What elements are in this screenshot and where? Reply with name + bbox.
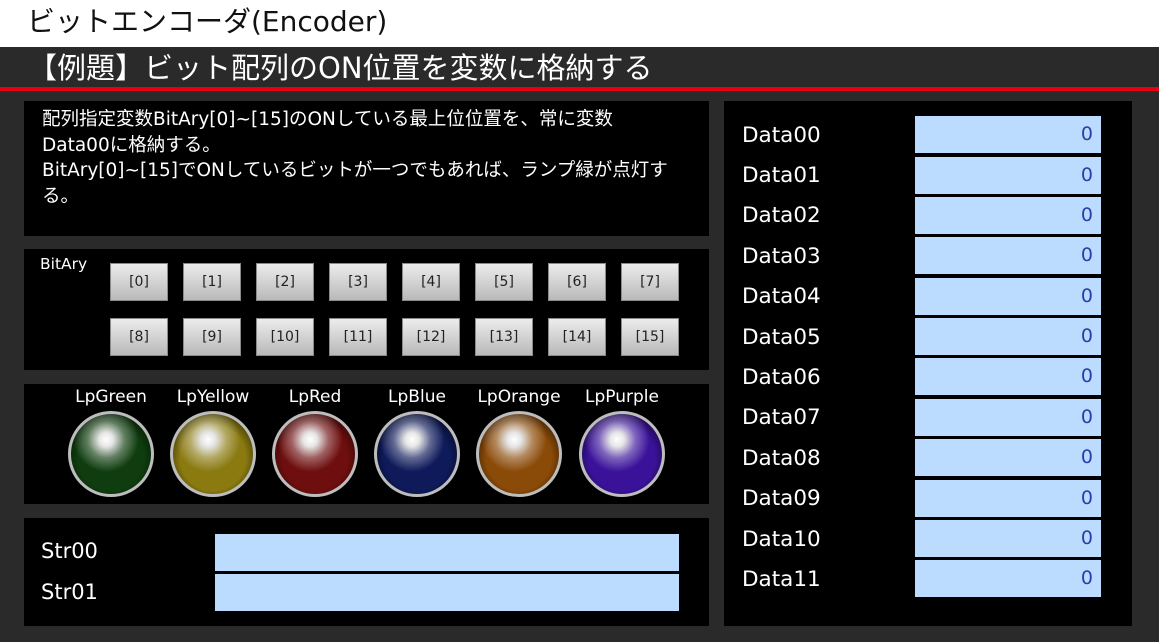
window-title: ビットエンコーダ(Encoder) [27, 5, 388, 38]
lamp-yellow-indicator [170, 411, 256, 497]
bit-button-8[interactable]: [8] [110, 318, 168, 356]
bit-button-13[interactable]: [13] [475, 318, 533, 356]
bit-button-12[interactable]: [12] [402, 318, 460, 356]
string-panel: Str00 Str01 [24, 518, 709, 626]
data08-field[interactable]: 0 [915, 439, 1101, 476]
bit-button-5[interactable]: [5] [475, 263, 533, 301]
bit-array-panel: BitAry [0] [1] [2] [3] [4] [5] [6] [7] [… [24, 249, 709, 370]
data00-field[interactable]: 0 [915, 116, 1101, 153]
lamp-orange-indicator [476, 411, 562, 497]
bit-button-2[interactable]: [2] [256, 263, 314, 301]
data02-label: Data02 [742, 203, 821, 228]
lamp-purple-indicator [579, 411, 665, 497]
page-header: 【例題】ビット配列のON位置を変数に格納する [0, 47, 1159, 89]
lamp-yellow: LpYellow [163, 384, 263, 504]
bit-button-4[interactable]: [4] [402, 263, 460, 301]
lamp-green-label: LpGreen [75, 387, 147, 407]
lamp-purple: LpPurple [572, 384, 672, 504]
data-panel: Data00 0 Data01 0 Data02 0 Data03 0 Data… [724, 101, 1132, 626]
data10-label: Data10 [742, 527, 821, 552]
data08-label: Data08 [742, 446, 821, 471]
data04-field[interactable]: 0 [915, 278, 1101, 315]
lamp-yellow-label: LpYellow [176, 387, 250, 407]
lamp-red-label: LpRed [288, 387, 342, 407]
page-title: 【例題】ビット配列のON位置を変数に格納する [28, 51, 653, 85]
bit-button-15[interactable]: [15] [621, 318, 679, 356]
lamp-orange-label: LpOrange [477, 387, 561, 407]
lamp-green-indicator [68, 411, 154, 497]
data03-label: Data03 [742, 244, 821, 269]
lamp-green: LpGreen [61, 384, 161, 504]
lamp-red-indicator [272, 411, 358, 497]
lamp-orange: LpOrange [469, 384, 569, 504]
description-line-3: BitAry[0]~[15]でONしているビットが一つでもあれば、ランプ緑が点灯… [42, 160, 668, 181]
bit-button-11[interactable]: [11] [329, 318, 387, 356]
str00-label: Str00 [41, 539, 98, 563]
data04-label: Data04 [742, 284, 821, 309]
data05-label: Data05 [742, 325, 821, 350]
data05-field[interactable]: 0 [915, 318, 1101, 355]
data03-field[interactable]: 0 [915, 237, 1101, 274]
data09-label: Data09 [742, 486, 821, 511]
window-titlebar: ビットエンコーダ(Encoder) [0, 0, 1159, 47]
lamp-blue-label: LpBlue [388, 387, 446, 407]
str00-field[interactable] [215, 534, 679, 571]
description-line-2: Data00に格納する。 [42, 134, 221, 156]
bit-button-9[interactable]: [9] [183, 318, 241, 356]
data07-label: Data07 [742, 405, 821, 430]
bit-button-1[interactable]: [1] [183, 263, 241, 301]
data06-field[interactable]: 0 [915, 358, 1101, 395]
description-panel: 配列指定変数BitAry[0]~[15]のONしている最上位位置を、常に変数 Da… [24, 101, 709, 236]
data10-field[interactable]: 0 [915, 520, 1101, 557]
lamp-purple-label: LpPurple [585, 387, 659, 407]
str01-label: Str01 [41, 580, 98, 604]
bit-button-3[interactable]: [3] [329, 263, 387, 301]
lamp-panel: LpGreen LpYellow LpRed LpBlue LpOrange L… [24, 384, 709, 504]
description-line-4: る。 [42, 185, 80, 207]
bit-button-0[interactable]: [0] [110, 263, 168, 301]
lamp-red: LpRed [265, 384, 365, 504]
data02-field[interactable]: 0 [915, 197, 1101, 234]
str01-field[interactable] [215, 574, 679, 611]
data01-label: Data01 [742, 163, 821, 188]
data11-label: Data11 [742, 567, 821, 592]
data07-field[interactable]: 0 [915, 399, 1101, 436]
lamp-blue-indicator [374, 411, 460, 497]
description-text: 配列指定変数BitAry[0]~[15]のONしている最上位位置を、常に変数 Da… [42, 107, 702, 209]
data01-field[interactable]: 0 [915, 157, 1101, 194]
bit-button-6[interactable]: [6] [548, 263, 606, 301]
header-divider [0, 87, 1159, 91]
bit-button-14[interactable]: [14] [548, 318, 606, 356]
data06-label: Data06 [742, 365, 821, 390]
bit-button-10[interactable]: [10] [256, 318, 314, 356]
bit-button-7[interactable]: [7] [621, 263, 679, 301]
data09-field[interactable]: 0 [915, 480, 1101, 517]
data00-label: Data00 [742, 123, 821, 148]
lamp-blue: LpBlue [367, 384, 467, 504]
data11-field[interactable]: 0 [915, 560, 1101, 597]
description-line-1: 配列指定変数BitAry[0]~[15]のONしている最上位位置を、常に変数 [42, 109, 613, 130]
bit-array-label: BitAry [40, 255, 88, 273]
